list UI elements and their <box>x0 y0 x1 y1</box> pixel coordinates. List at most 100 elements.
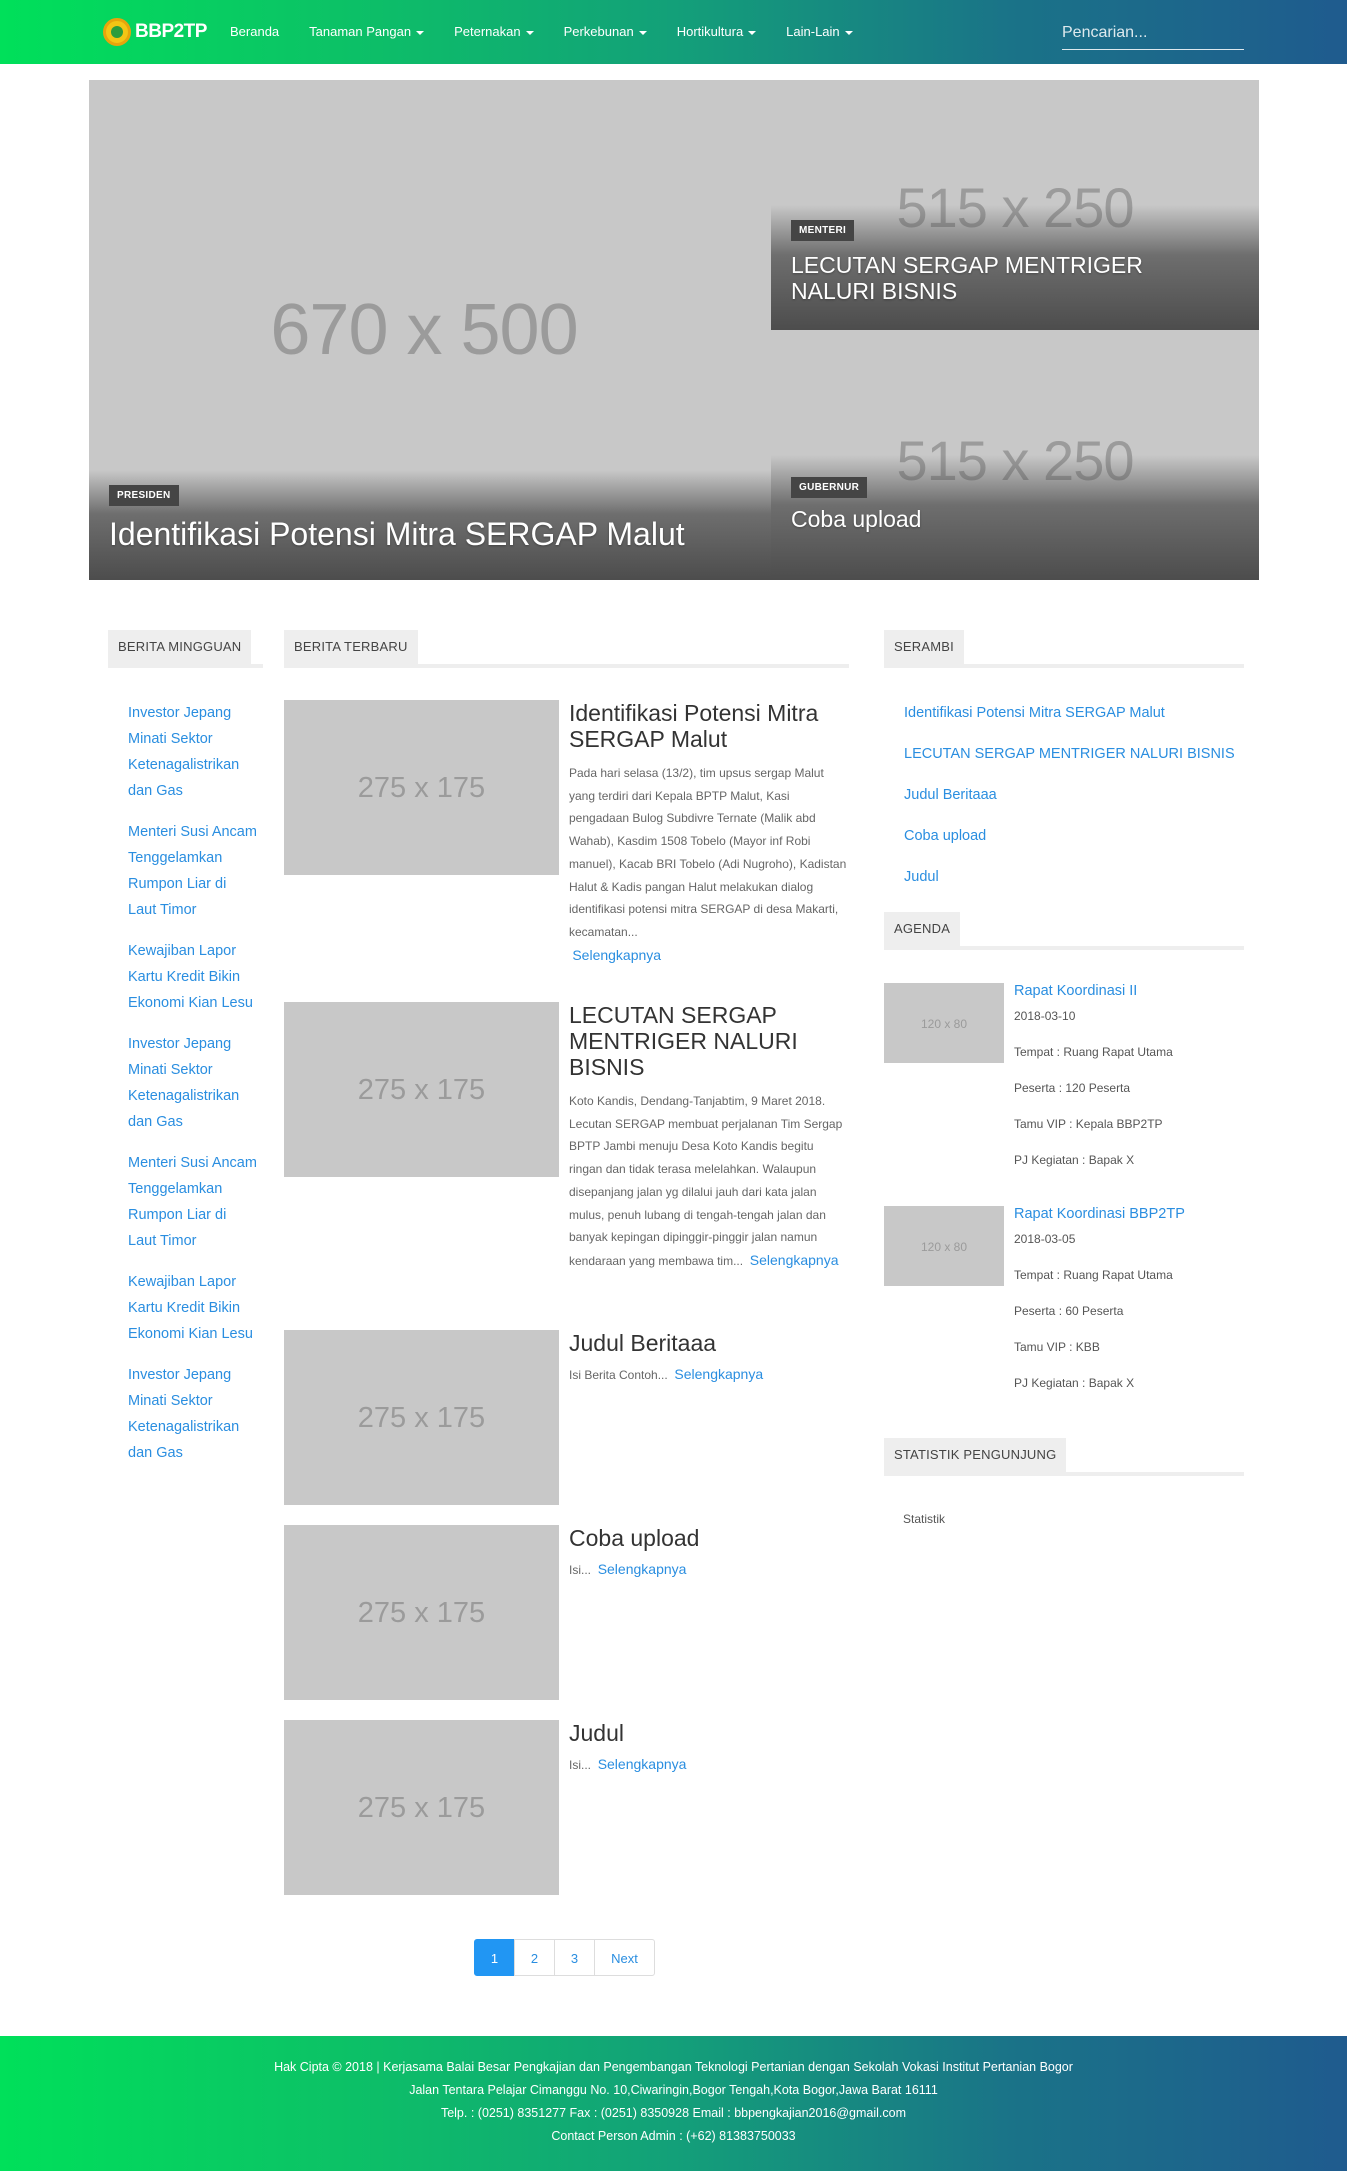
category-tag[interactable]: GUBERNUR <box>791 477 868 498</box>
excerpt-text: Isi... <box>569 1563 592 1577</box>
list-item[interactable]: Coba upload <box>884 823 1244 849</box>
serambi-list: Identifikasi Potensi Mitra SERGAP Malut … <box>884 700 1244 905</box>
article-item: 275 x 175 LECUTAN SERGAP MENTRIGER NALUR… <box>284 1002 849 1302</box>
list-item[interactable]: Judul <box>884 864 1244 890</box>
list-item[interactable]: Kewajiban Lapor Kartu Kredit Bikin Ekono… <box>108 938 258 1016</box>
agenda-thumbnail[interactable]: 120 x 80 <box>884 1206 1004 1286</box>
list-item[interactable]: LECUTAN SERGAP MENTRIGER NALURI BISNIS <box>884 741 1244 767</box>
agenda-pj: PJ Kegiatan : Bapak X <box>1014 1153 1135 1167</box>
read-more-link[interactable]: Selengkapnya <box>598 1561 687 1577</box>
agenda-pj: PJ Kegiatan : Bapak X <box>1014 1376 1135 1390</box>
read-more-link[interactable]: Selengkapnya <box>598 1756 687 1772</box>
article-title[interactable]: LECUTAN SERGAP MENTRIGER NALURI BISNIS <box>569 1002 849 1080</box>
section-title: BERITA MINGGUAN <box>108 630 252 664</box>
article-item: 275 x 175 Judul Beritaaa Isi Berita Cont… <box>284 1330 849 1505</box>
next-page-button[interactable]: Next <box>594 1939 655 1976</box>
section-header-berita-mingguan: BERITA MINGGUAN <box>108 630 263 668</box>
logo-icon <box>103 18 131 46</box>
hero-title[interactable]: Identifikasi Potensi Mitra SERGAP Malut <box>109 516 685 553</box>
search-input[interactable] <box>1062 16 1244 50</box>
article-thumbnail[interactable]: 275 x 175 <box>284 1720 559 1895</box>
list-item[interactable]: Menteri Susi Ancam Tenggelamkan Rumpon L… <box>108 819 258 923</box>
page-3-button[interactable]: 3 <box>554 1939 595 1976</box>
article-excerpt: Pada hari selasa (13/2), tim upsus serga… <box>569 762 849 967</box>
agenda-title[interactable]: Rapat Koordinasi II <box>1014 983 1137 999</box>
image-placeholder-label: 120 x 80 <box>920 1240 968 1254</box>
article-item: 275 x 175 Identifikasi Potensi Mitra SER… <box>284 700 849 970</box>
list-item[interactable]: Menteri Susi Ancam Tenggelamkan Rumpon L… <box>108 1150 258 1254</box>
agenda-tamu-vip: Tamu VIP : Kepala BBP2TP <box>1014 1117 1163 1131</box>
excerpt-text: Isi Berita Contoh... <box>569 1368 668 1382</box>
nav-label: Peternakan <box>454 24 521 39</box>
excerpt-text: Pada hari selasa (13/2), tim upsus serga… <box>569 766 847 939</box>
nav-item-perkebunan[interactable]: Perkebunan <box>549 0 662 64</box>
nav-item-tanaman-pangan[interactable]: Tanaman Pangan <box>294 0 439 64</box>
footer-admin-contact: Contact Person Admin : (+62) 81383750033 <box>551 2129 796 2143</box>
nav-label: Hortikultura <box>676 24 744 39</box>
statistik-text: Statistik <box>903 1512 946 1526</box>
category-tag[interactable]: PRESIDEN <box>109 485 179 506</box>
image-placeholder-label: 275 x 175 <box>357 1402 486 1434</box>
image-placeholder-label: 275 x 175 <box>357 1074 486 1106</box>
caret-down-icon <box>748 30 757 35</box>
article-title[interactable]: Identifikasi Potensi Mitra SERGAP Malut <box>569 700 849 752</box>
agenda-date: 2018-03-05 <box>1014 1232 1076 1246</box>
section-header-statistik: STATISTIK PENGUNJUNG <box>884 1438 1244 1476</box>
article-title[interactable]: Judul <box>569 1720 849 1746</box>
hero-section: 670 x 500 PRESIDEN Identifikasi Potensi … <box>89 80 1259 580</box>
caret-down-icon <box>844 30 853 35</box>
nav-item-hortikultura[interactable]: Hortikultura <box>662 0 771 64</box>
nav-item-beranda[interactable]: Beranda <box>215 0 294 64</box>
article-thumbnail[interactable]: 275 x 175 <box>284 1525 559 1700</box>
page-1-button[interactable]: 1 <box>474 1939 515 1976</box>
image-placeholder-label: 275 x 175 <box>357 1597 486 1629</box>
article-title[interactable]: Coba upload <box>569 1525 849 1551</box>
read-more-link[interactable]: Selengkapnya <box>674 1366 763 1382</box>
navbar: BBP2TP Beranda Tanaman Pangan Peternakan… <box>0 0 1347 64</box>
weekly-news-list: Investor Jepang Minati Sektor Ketenagali… <box>108 700 258 1481</box>
brand-name: BBP2TP <box>135 21 207 42</box>
image-placeholder-label: 670 x 500 <box>270 290 578 370</box>
hero-title[interactable]: LECUTAN SERGAP MENTRIGER NALURI BISNIS <box>791 252 1211 304</box>
list-item[interactable]: Kewajiban Lapor Kartu Kredit Bikin Ekono… <box>108 1269 258 1347</box>
agenda-tempat: Tempat : Ruang Rapat Utama <box>1014 1268 1173 1282</box>
footer-contact: Telp. : (0251) 8351277 Fax : (0251) 8350… <box>440 2106 907 2120</box>
hero-title[interactable]: Coba upload <box>791 506 921 533</box>
nav-item-peternakan[interactable]: Peternakan <box>439 0 549 64</box>
hero-side-card[interactable]: 515 x 250 GUBERNUR Coba upload <box>771 330 1259 580</box>
agenda-date: 2018-03-10 <box>1014 1009 1076 1023</box>
brand-logo-link[interactable]: BBP2TP <box>103 18 207 46</box>
section-title: AGENDA <box>884 912 961 946</box>
list-item[interactable]: Investor Jepang Minati Sektor Ketenagali… <box>108 1031 258 1135</box>
image-placeholder-label: 275 x 175 <box>357 1792 486 1824</box>
category-tag[interactable]: MENTERI <box>791 220 855 241</box>
list-item[interactable]: Judul Beritaaa <box>884 782 1244 808</box>
footer-copyright: Hak Cipta © 2018 | Kerjasama Balai Besar… <box>274 2060 1073 2074</box>
nav-label: Beranda <box>230 24 280 39</box>
caret-down-icon <box>416 30 425 35</box>
list-item[interactable]: Investor Jepang Minati Sektor Ketenagali… <box>108 700 258 804</box>
article-excerpt: Isi Berita Contoh... Selengkapnya <box>569 1363 849 1387</box>
agenda-title[interactable]: Rapat Koordinasi BBP2TP <box>1014 1206 1185 1222</box>
article-item: 275 x 175 Judul Isi... Selengkapnya <box>284 1720 849 1895</box>
agenda-item: 120 x 80 Rapat Koordinasi II 2018-03-10 … <box>884 983 1244 1183</box>
caret-down-icon <box>525 30 534 35</box>
article-title[interactable]: Judul Beritaaa <box>569 1330 849 1356</box>
article-thumbnail[interactable]: 275 x 175 <box>284 1002 559 1177</box>
image-placeholder-label: 120 x 80 <box>920 1017 968 1031</box>
hero-main-card[interactable]: 670 x 500 PRESIDEN Identifikasi Potensi … <box>89 80 771 580</box>
agenda-peserta: Peserta : 60 Peserta <box>1014 1304 1124 1318</box>
list-item[interactable]: Investor Jepang Minati Sektor Ketenagali… <box>108 1362 258 1466</box>
read-more-link[interactable]: Selengkapnya <box>572 947 661 963</box>
hero-side-card[interactable]: 515 x 250 MENTERI LECUTAN SERGAP MENTRIG… <box>771 80 1259 330</box>
section-header-serambi: SERAMBI <box>884 630 1244 668</box>
nav-item-lain-lain[interactable]: Lain-Lain <box>771 0 868 64</box>
page-2-button[interactable]: 2 <box>514 1939 555 1976</box>
article-thumbnail[interactable]: 275 x 175 <box>284 1330 559 1505</box>
article-item: 275 x 175 Coba upload Isi... Selengkapny… <box>284 1525 849 1700</box>
footer: Hak Cipta © 2018 | Kerjasama Balai Besar… <box>0 2036 1347 2171</box>
read-more-link[interactable]: Selengkapnya <box>750 1252 839 1268</box>
list-item[interactable]: Identifikasi Potensi Mitra SERGAP Malut <box>884 700 1244 726</box>
article-thumbnail[interactable]: 275 x 175 <box>284 700 559 875</box>
agenda-thumbnail[interactable]: 120 x 80 <box>884 983 1004 1063</box>
